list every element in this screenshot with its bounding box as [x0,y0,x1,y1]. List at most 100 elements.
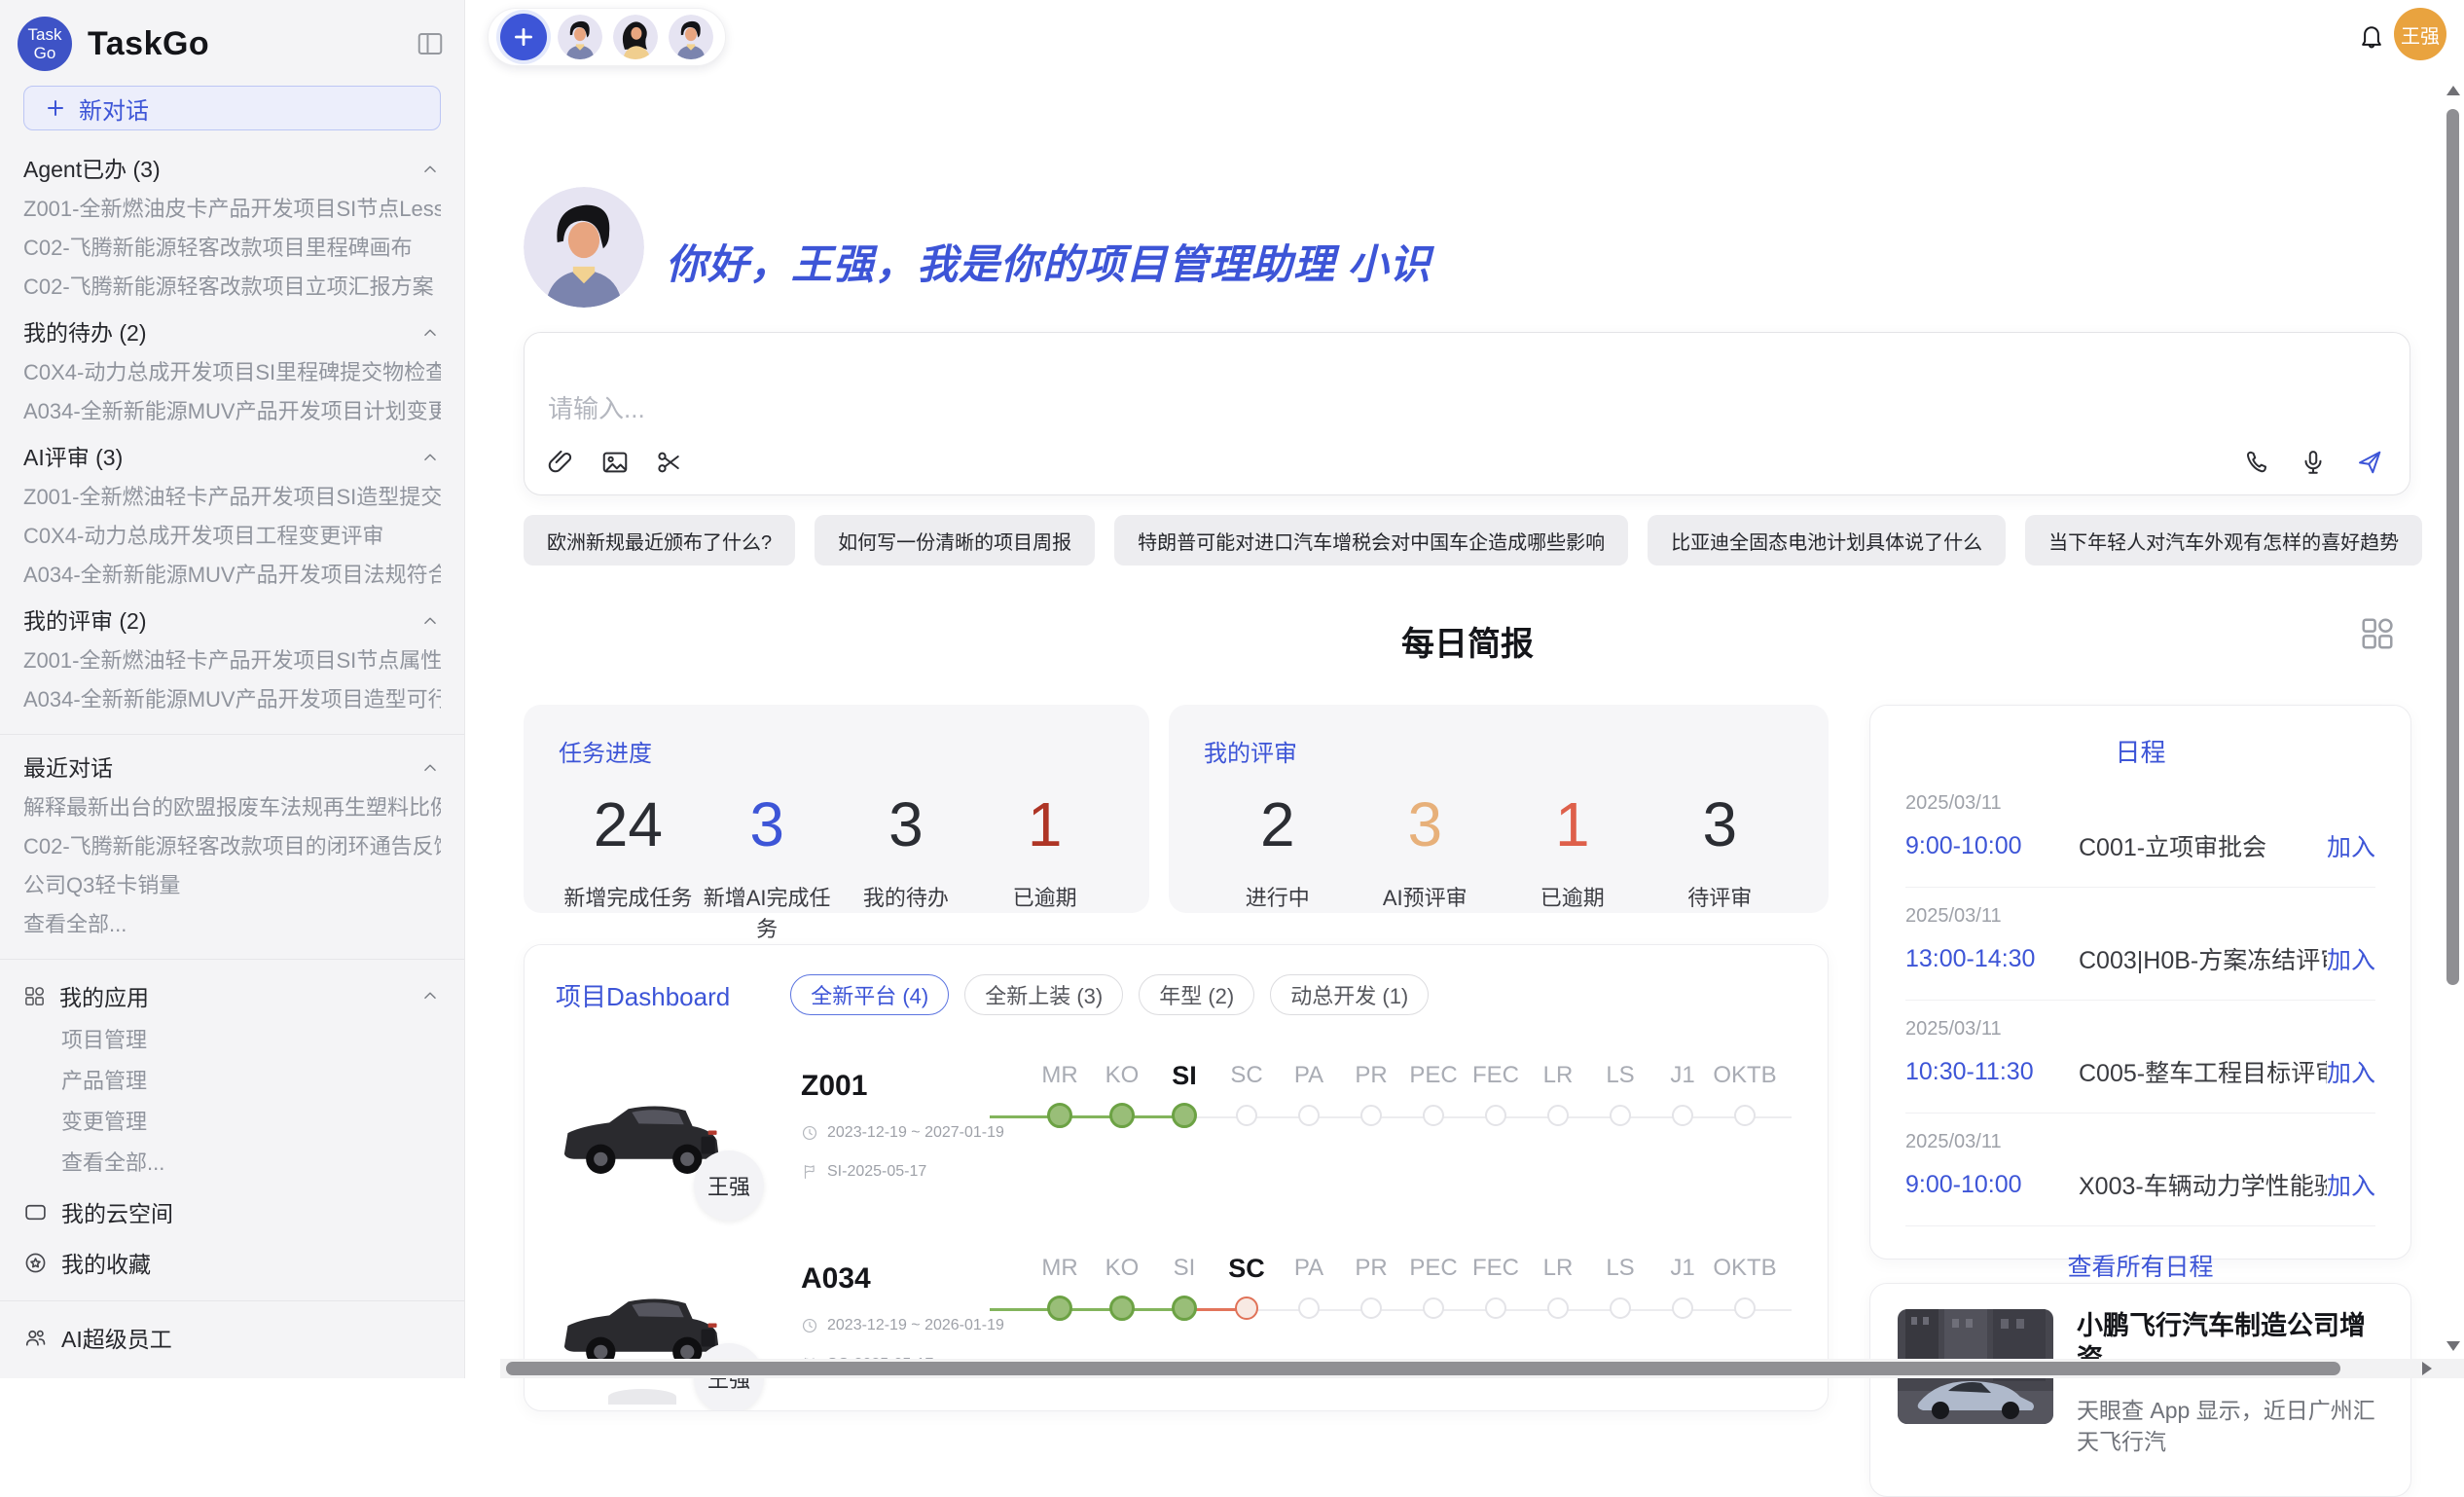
milestone-label: LR [1543,1060,1574,1091]
sidebar-section: AI评审 (3) Z001-全新燃油轻卡产品开发项目SI造型提交物评审 C0X4-… [23,444,441,588]
agent-avatar-3[interactable] [669,15,713,59]
milestone-dot [1172,1103,1197,1128]
project-row[interactable]: 王强 Z001 2023-12-19 ~ 2027-01-19 SI-2025-… [556,1060,1796,1225]
news-snippet: 天眼查 App 显示，近日广州汇天飞行汽 [2077,1395,2383,1457]
filter-chip[interactable]: 年型 (2) [1139,974,1254,1015]
conversation-item[interactable]: C02-飞腾新能源轻客改款项目立项汇报方案 [23,274,441,300]
conversation-item[interactable]: A034-全新新能源MUV产品开发项目造型可行性评审 [23,687,441,712]
conversation-item[interactable]: C0X4-动力总成开发项目SI里程碑提交物检查 [23,360,441,385]
new-chat-label: 新对话 [79,91,149,126]
microphone-icon[interactable] [2299,448,2328,477]
project-dates: 2023-12-19 ~ 2027-01-19 [801,1124,986,1142]
recent-conversation-item[interactable]: 查看全部... [23,912,441,937]
filter-chip[interactable]: 全新平台 (4) [790,974,949,1015]
milestone: SI [1153,1253,1215,1321]
favorites-item[interactable]: 我的收藏 [23,1246,441,1279]
app-item[interactable]: 查看全部... [61,1150,441,1176]
suggestion-chip[interactable]: 当下年轻人对汽车外观有怎样的喜好趋势 [2025,515,2422,566]
cloud-space-item[interactable]: 我的云空间 [23,1195,441,1228]
favorites-icon [23,1251,48,1275]
agent-avatar-2[interactable] [613,15,658,59]
vertical-scrollbar-thumb[interactable] [2446,109,2459,985]
app-item[interactable]: 项目管理 [61,1028,441,1053]
section-header[interactable]: AI评审 (3) [23,444,441,471]
ai-staff-item[interactable]: AI超级员工 [23,1321,441,1354]
new-chat-button[interactable]: 新对话 [23,86,441,130]
image-upload-icon[interactable] [600,448,630,477]
milestone-label: LR [1543,1253,1574,1284]
agent-avatar-1[interactable] [558,15,602,59]
sidebar-collapse-icon[interactable] [416,29,445,58]
attachment-icon[interactable] [546,448,575,477]
briefing-cards: 任务进度 24 新增完成任务 3 新增AI完成任务 3 我的待办 1 已逾期 [524,705,1829,913]
conversation-item[interactable]: Z001-全新燃油皮卡产品开发项目SI节点Lesson Learn报告 [23,197,441,222]
join-link[interactable]: 加入 [2327,1167,2375,1202]
milestone-label: PR [1355,1253,1387,1284]
milestone-dot [1423,1297,1444,1319]
milestone-dot [1610,1297,1631,1319]
filter-chip[interactable]: 动总开发 (1) [1270,974,1429,1015]
milestone: LS [1589,1253,1651,1321]
recent-conversation-item[interactable]: 公司Q3轻卡销量 [23,873,441,898]
schedule-title: 日程 [1905,733,2375,769]
recent-conversation-item[interactable]: C02-飞腾新能源轻客改款项目的闭环通告反馈情况 [23,834,441,859]
app-item[interactable]: 产品管理 [61,1069,441,1094]
stat: 3 AI预评审 [1352,789,1500,912]
section-header[interactable]: 我的待办 (2) [23,319,441,347]
milestone-dot [1423,1105,1444,1126]
stat-label: 新增AI完成任务 [698,881,837,943]
scroll-up-arrow[interactable] [2446,86,2460,95]
dashboard-filters: 全新平台 (4) 全新上装 (3) 年型 (2) 动总开发 (1) [790,974,1429,1015]
conversation-item[interactable]: A034-全新新能源MUV产品开发项目法规符合性评审 [23,563,441,588]
join-link[interactable]: 加入 [2327,1054,2375,1089]
horizontal-scrollbar-thumb[interactable] [506,1362,2340,1375]
milestone: PR [1340,1060,1402,1128]
join-link[interactable]: 加入 [2327,828,2375,863]
divider [0,734,464,735]
scroll-right-arrow[interactable] [2422,1362,2432,1375]
add-agent-button[interactable] [500,14,547,60]
milestone-label: MR [1041,1060,1077,1091]
my-apps-header[interactable]: 我的应用 [23,979,441,1012]
project-row[interactable]: 王强 A034 2023-12-19 ~ 2026-01-19 SC-2025-… [556,1253,1796,1411]
join-link[interactable]: 加入 [2327,941,2375,976]
schedule-item: 2025/03/11 9:00-10:00 X003-车辆动力学性能验... 加… [1905,1114,2375,1226]
send-icon[interactable] [2355,448,2384,477]
conversation-item[interactable]: Z001-全新燃油轻卡产品开发项目SI节点属性5D文件评审 [23,648,441,674]
milestone-label: J1 [1670,1253,1694,1284]
milestone-dot [1360,1297,1382,1319]
write-helper-item[interactable]: 帮我写作 [23,1371,441,1378]
app-title: TaskGo [88,25,209,63]
clock-icon [801,1317,818,1334]
recent-section-header[interactable]: 最近对话 [23,754,441,782]
milestone-dot [1109,1103,1135,1128]
section-header[interactable]: 我的评审 (2) [23,607,441,635]
project-owner-badge: 王强 [694,1150,764,1221]
suggestion-chip[interactable]: 特朗普可能对进口汽车增税会对中国车企造成哪些影响 [1114,515,1628,566]
screenshot-icon[interactable] [655,448,684,477]
recent-conversation-item[interactable]: 解释最新出台的欧盟报废车法规再生塑料比例被调至15%... [23,795,441,821]
suggestion-chip[interactable]: 如何写一份清晰的项目周报 [815,515,1095,566]
app-item[interactable]: 变更管理 [61,1110,441,1135]
conversation-item[interactable]: Z001-全新燃油轻卡产品开发项目SI造型提交物评审 [23,485,441,510]
layout-grid-icon[interactable] [2359,615,2396,652]
stat-label: 进行中 [1204,881,1352,912]
section-header[interactable]: Agent已办 (3) [23,156,441,183]
sidebar-section: 我的待办 (2) C0X4-动力总成开发项目SI里程碑提交物检查 A034-全新新… [23,319,441,424]
filter-chip[interactable]: 全新上装 (3) [964,974,1123,1015]
scroll-down-arrow[interactable] [2446,1341,2460,1351]
conversation-item[interactable]: A034-全新新能源MUV产品开发项目计划变更表编写 [23,399,441,424]
logo-text-bottom: Go [34,44,56,62]
milestone-dot [1734,1297,1756,1319]
conversation-item[interactable]: C02-飞腾新能源轻客改款项目里程碑画布 [23,236,441,261]
message-input[interactable]: 请输入... [548,389,645,425]
news-card[interactable]: 小鹏飞行汽车制造公司增资 天眼查 App 显示，近日广州汇天飞行汽 [1869,1283,2411,1497]
stat-label: 待评审 [1647,881,1794,912]
suggestion-chip[interactable]: 比亚迪全固态电池计划具体说了什么 [1648,515,2006,566]
notification-bell-icon[interactable] [2357,21,2386,51]
user-avatar[interactable]: 王强 [2394,8,2446,60]
conversation-item[interactable]: C0X4-动力总成开发项目工程变更评审 [23,524,441,549]
voice-call-icon[interactable] [2242,448,2271,477]
schedule-event: C005-整车工程目标评审 [2079,1054,2327,1089]
suggestion-chip[interactable]: 欧洲新规最近颁布了什么? [524,515,795,566]
